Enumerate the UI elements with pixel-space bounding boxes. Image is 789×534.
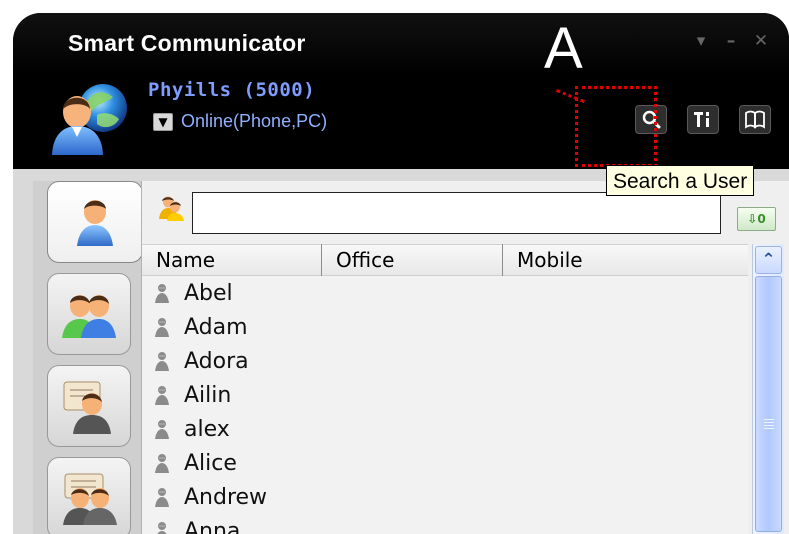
user-row[interactable]: Adora (142, 344, 748, 378)
search-user-tooltip: Search a User (606, 165, 755, 196)
user-row[interactable]: Ailin (142, 378, 748, 412)
screenshot-stage: Smart Communicator ▾ – ✕ Phyills (5000) … (0, 0, 789, 534)
user-row[interactable]: Abel (142, 276, 748, 310)
column-header-mobile[interactable]: Mobile (503, 244, 748, 276)
user-name: Alice (184, 450, 237, 476)
annotation-connector (555, 89, 585, 104)
user-name: Abel (184, 280, 233, 306)
annotation-label: A (544, 16, 583, 81)
window-controls: ▾ – ✕ (691, 31, 771, 51)
status-text: Online(Phone,PC) (181, 111, 328, 131)
minimize-icon[interactable]: ▾ (691, 31, 711, 51)
tools-icon (694, 111, 709, 127)
group-icon (62, 295, 116, 338)
user-icon (152, 281, 172, 305)
user-name: Adora (184, 348, 249, 374)
directory-button[interactable] (739, 105, 771, 134)
user-row[interactable]: alex (142, 412, 748, 446)
user-name: Ailin (184, 382, 232, 408)
vertical-scrollbar[interactable]: ⌃ (752, 244, 784, 534)
user-icon (152, 349, 172, 373)
people-search-icon (157, 194, 185, 222)
sidebar-tab-groups[interactable] (47, 273, 131, 355)
scroll-up-icon[interactable]: ⌃ (755, 246, 782, 274)
user-icon (152, 485, 172, 509)
user-icon (152, 315, 172, 339)
sidebar-tab-contacts[interactable] (47, 365, 131, 447)
scroll-grip-icon (764, 419, 774, 429)
user-name: Adam (184, 314, 248, 340)
user-icon (152, 451, 172, 475)
header-toolbar (635, 105, 771, 134)
search-icon (642, 110, 660, 129)
left-sidebar (33, 181, 143, 534)
user-icon (152, 519, 172, 534)
user-name: alex (184, 416, 230, 442)
app-title: Smart Communicator (68, 30, 306, 56)
close-icon[interactable]: ✕ (751, 31, 771, 51)
user-table-header: Name Office Mobile (142, 244, 748, 276)
user-row[interactable]: Adam (142, 310, 748, 344)
tools-button[interactable] (687, 105, 719, 134)
column-header-office[interactable]: Office (322, 244, 503, 276)
user-icon (152, 417, 172, 441)
column-header-name[interactable]: Name (142, 244, 322, 276)
user-icon (152, 383, 172, 407)
search-go-button[interactable]: ⇩0 (737, 207, 776, 231)
current-user-name: Phyills (5000) (148, 79, 316, 101)
presence-status[interactable]: ▼ Online(Phone,PC) (153, 111, 327, 132)
user-icon (77, 200, 113, 246)
scroll-thumb[interactable] (755, 276, 782, 532)
user-name: Andrew (184, 484, 268, 510)
smart-communicator-window: Smart Communicator ▾ – ✕ Phyills (5000) … (13, 13, 789, 534)
user-row[interactable]: Andrew (142, 480, 748, 514)
user-list: Abel Adam Adora Ailin alex Alice Andrew … (142, 276, 748, 534)
contacts-book-icon (63, 381, 111, 434)
user-row[interactable]: Alice (142, 446, 748, 480)
user-search-input[interactable] (192, 192, 721, 234)
dash-icon[interactable]: – (721, 31, 741, 51)
window-header: Smart Communicator ▾ – ✕ Phyills (5000) … (13, 13, 789, 169)
content-area: ⇩0 Name Office Mobile Abel Adam Adora Ai… (13, 169, 789, 534)
search-user-button[interactable] (635, 105, 667, 134)
user-avatar (47, 79, 135, 155)
sidebar-tab-users[interactable] (47, 181, 143, 263)
chevron-down-icon[interactable]: ▼ (153, 112, 173, 131)
shared-contacts-icon (63, 473, 117, 525)
sidebar-tab-shared-contacts[interactable] (47, 457, 131, 534)
user-row[interactable]: Anna (142, 514, 748, 534)
user-directory-panel: ⇩0 Name Office Mobile Abel Adam Adora Ai… (141, 181, 789, 534)
user-name: Anna (184, 518, 241, 534)
book-icon (745, 110, 765, 129)
